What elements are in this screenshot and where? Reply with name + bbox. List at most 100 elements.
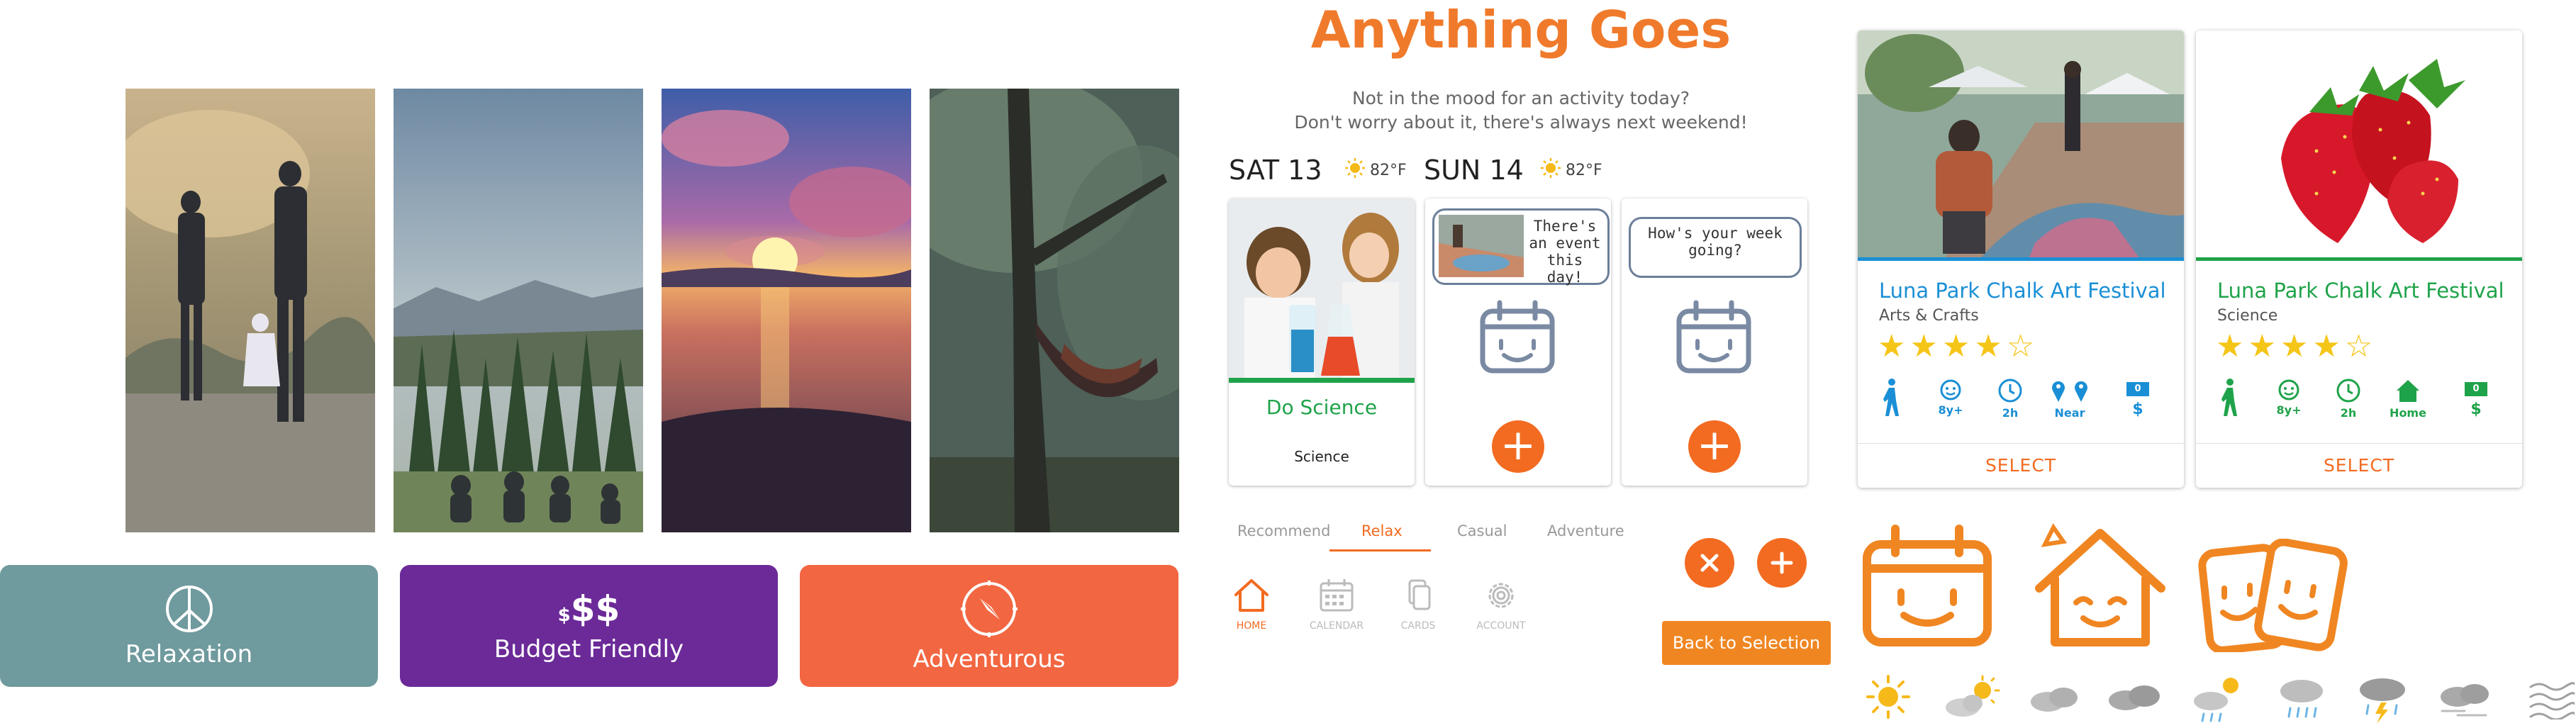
sun-icon xyxy=(1345,158,1365,178)
star-filled-icon: ★ xyxy=(1974,329,2007,364)
meadow-picnic-photo[interactable] xyxy=(394,89,643,532)
tab-recommend[interactable]: Recommend xyxy=(1237,522,1330,539)
calendar-face-icon xyxy=(1480,300,1555,374)
plus-icon xyxy=(1771,551,1793,574)
hammock-photo[interactable] xyxy=(930,89,1179,532)
cards-icon xyxy=(1408,579,1431,610)
home-icon xyxy=(1234,579,1269,612)
compass-icon xyxy=(961,581,1017,637)
child-face-icon xyxy=(2278,379,2299,401)
calendar-face-icon xyxy=(1676,300,1751,374)
empty-day-card[interactable]: How's your week going? + xyxy=(1622,198,1807,486)
page-title: Anything Goes xyxy=(1310,0,1732,60)
family-walk-photo[interactable] xyxy=(126,89,375,532)
science-card-title: Do Science xyxy=(1266,396,1378,419)
adventurous-button[interactable]: Adventurous xyxy=(800,565,1178,687)
back-to-selection-button[interactable]: Back to Selection xyxy=(1662,621,1831,665)
close-button[interactable] xyxy=(1685,538,1734,588)
star-filled-icon: ★ xyxy=(2216,329,2248,364)
house-face-icon xyxy=(2035,523,2165,646)
dollar-icon: $$$ xyxy=(557,588,620,629)
event-title: Luna Park Chalk Art Festival xyxy=(1879,279,2166,303)
rating-stars: ★★★★☆ xyxy=(2216,328,2377,364)
nav-calendar[interactable]: CALENDAR xyxy=(1298,578,1376,632)
strawberry-photo xyxy=(2196,30,2522,261)
select-button[interactable]: SELECT xyxy=(1858,443,2184,488)
budget-friendly-label: Budget Friendly xyxy=(494,635,684,663)
beach-sunset-photo[interactable] xyxy=(662,89,911,532)
active-tab-underline xyxy=(1329,549,1431,551)
star-filled-icon: ★ xyxy=(2280,329,2313,364)
nav-home[interactable]: HOME xyxy=(1212,578,1290,632)
event-card-strawberry[interactable]: Luna Park Chalk Art Festival Science ★★★… xyxy=(2196,30,2522,488)
overcast-icon xyxy=(2109,685,2160,710)
nav-cards[interactable]: CARDS xyxy=(1379,578,1457,632)
duration-stat: 2h xyxy=(1985,378,2035,420)
nav-account-label: ACCOUNT xyxy=(1476,620,1526,632)
event-title: Luna Park Chalk Art Festival xyxy=(2217,279,2504,303)
wind-cloud-icon xyxy=(2441,684,2489,717)
select-button[interactable]: SELECT xyxy=(2196,443,2522,488)
walking-stat xyxy=(2204,378,2254,425)
sun-icon xyxy=(1541,158,1561,178)
sun-icon xyxy=(1866,675,1910,719)
price-stat: 0 $ xyxy=(2113,378,2163,418)
walking-stat xyxy=(1866,378,1916,425)
gear-icon xyxy=(1488,583,1514,608)
add-activity-button[interactable]: + xyxy=(1492,420,1544,473)
sunday-event-card[interactable]: There's an event this day! + xyxy=(1425,198,1611,486)
home-icon xyxy=(2397,380,2419,402)
age-stat: 8y+ xyxy=(1926,378,1975,417)
nav-home-label: HOME xyxy=(1236,620,1267,632)
star-filled-icon: ★ xyxy=(1909,329,1942,364)
cloudy-icon xyxy=(2031,688,2078,712)
science-kids-photo xyxy=(1229,198,1415,383)
star-filled-icon: ★ xyxy=(2248,329,2280,364)
tab-casual[interactable]: Casual xyxy=(1457,522,1507,539)
add-activity-button[interactable]: + xyxy=(1688,420,1741,473)
star-empty-icon: ☆ xyxy=(2344,329,2377,364)
age-stat: 8y+ xyxy=(2264,378,2314,417)
event-speech-bubble: There's an event this day! xyxy=(1432,208,1610,286)
science-activity-card[interactable]: Do Science Science xyxy=(1229,198,1415,486)
science-card-category: Science xyxy=(1294,448,1349,465)
nav-account[interactable]: ACCOUNT xyxy=(1462,578,1540,632)
cash-icon: 0 xyxy=(2126,382,2149,396)
star-filled-icon: ★ xyxy=(1878,329,1910,364)
star-filled-icon: ★ xyxy=(1941,329,1975,364)
location-stat: Home xyxy=(2383,378,2433,420)
adventurous-label: Adventurous xyxy=(913,645,1066,673)
add-button[interactable] xyxy=(1757,538,1807,588)
cards-face-icon xyxy=(2198,539,2348,652)
duration-stat: 2h xyxy=(2324,378,2373,420)
chalk-festival-photo xyxy=(1858,30,2184,261)
walking-icon xyxy=(1883,379,1899,416)
nav-calendar-label: CALENDAR xyxy=(1309,620,1364,632)
haze-icon xyxy=(2529,682,2575,719)
partly-cloudy-icon xyxy=(1946,675,2000,717)
sun-shower-icon xyxy=(2194,678,2238,722)
saturday-temp: 82°F xyxy=(1370,162,1407,179)
event-category: Arts & Crafts xyxy=(1879,307,1979,325)
location-stat: Near xyxy=(2045,378,2095,420)
star-filled-icon: ★ xyxy=(2312,329,2345,364)
rating-stars: ★★★★☆ xyxy=(1878,328,2039,364)
price-stat: 0 $ xyxy=(2451,378,2501,418)
walking-icon xyxy=(2221,379,2237,416)
chalk-art-thumbnail xyxy=(1439,215,1524,277)
thunderstorm-icon xyxy=(2360,678,2405,724)
calendar-icon xyxy=(1320,579,1354,612)
event-card-chalk-art[interactable]: Luna Park Chalk Art Festival Arts & Craf… xyxy=(1858,30,2184,488)
sunday-label: SUN 14 xyxy=(1424,155,1524,186)
rain-icon xyxy=(2280,680,2323,718)
saturday-label: SAT 13 xyxy=(1229,155,1322,186)
relaxation-label: Relaxation xyxy=(125,640,253,668)
event-category: Science xyxy=(2217,307,2278,325)
close-icon xyxy=(1700,554,1719,572)
page-subtitle: Not in the mood for an activity today? D… xyxy=(1294,88,1748,133)
relaxation-button[interactable]: Relaxation xyxy=(0,565,378,687)
budget-friendly-button[interactable]: $$$ Budget Friendly xyxy=(400,565,778,687)
tab-relax[interactable]: Relax xyxy=(1361,522,1403,539)
peace-icon xyxy=(165,586,213,632)
tab-adventure[interactable]: Adventure xyxy=(1547,522,1624,539)
